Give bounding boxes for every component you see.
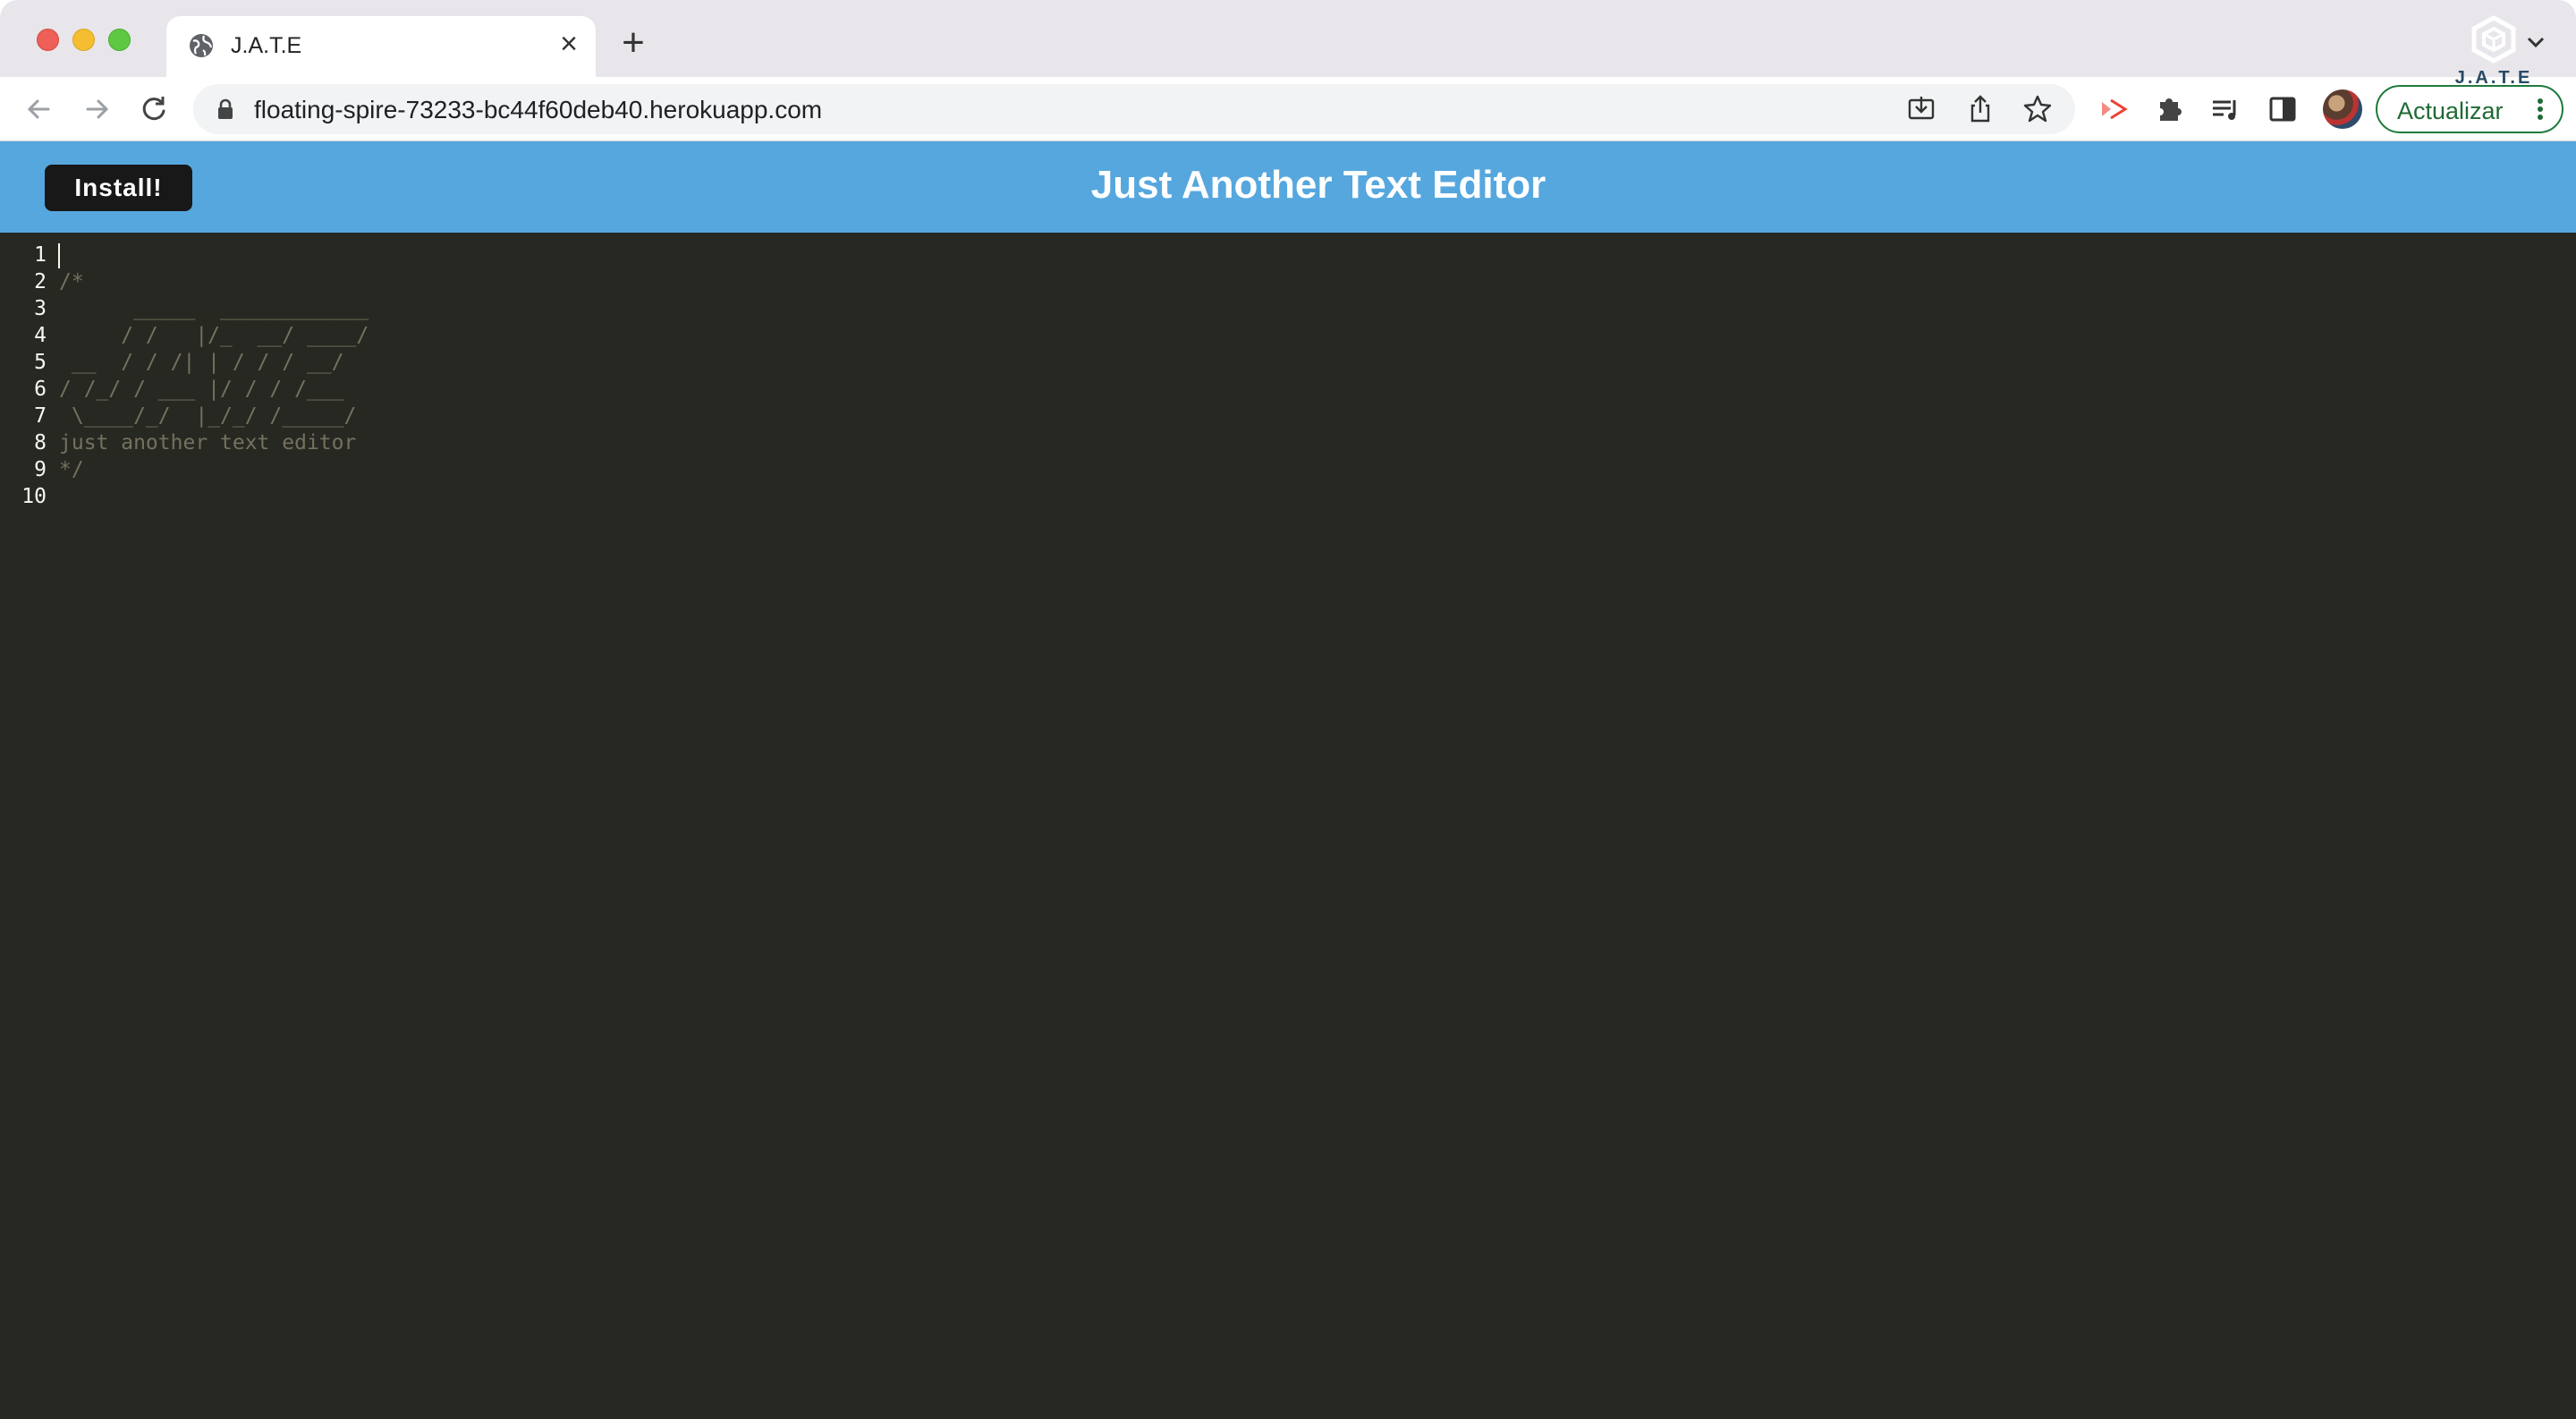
code-line[interactable]: / / |/_ __/ ____/ xyxy=(59,322,369,349)
lock-icon[interactable] xyxy=(213,97,238,122)
browser-toolbar: floating-spire-73233-bc44f60deb40.heroku… xyxy=(0,77,2576,141)
line-number: 8 xyxy=(34,431,47,455)
kebab-menu-icon[interactable] xyxy=(2529,96,2551,123)
cast-icon[interactable] xyxy=(2095,91,2131,127)
extensions-puzzle-icon[interactable] xyxy=(2151,91,2187,127)
code-line[interactable]: just another text editor xyxy=(59,429,369,456)
tab-title: J.A.T.E xyxy=(231,33,302,58)
line-number: 4 xyxy=(34,324,47,347)
update-browser-button[interactable]: Actualizar xyxy=(2376,85,2563,133)
tab-strip: J.A.T.E × + xyxy=(0,0,2576,77)
forward-arrow-icon[interactable] xyxy=(75,88,118,131)
close-window-button[interactable] xyxy=(37,29,59,51)
minimize-window-button[interactable] xyxy=(72,29,95,51)
line-number: 9 xyxy=(34,458,47,481)
line-number: 2 xyxy=(34,270,47,293)
side-panel-icon[interactable] xyxy=(2265,91,2301,127)
code-line[interactable]: \____/_/ |_/_/ /_____/ xyxy=(59,403,369,429)
install-app-icon[interactable] xyxy=(1905,93,1937,125)
bookmark-star-icon[interactable] xyxy=(2021,93,2054,125)
reload-icon[interactable] xyxy=(132,88,175,131)
tab-jate[interactable]: J.A.T.E × xyxy=(166,16,596,77)
code-line[interactable]: */ xyxy=(59,456,369,483)
code-line[interactable]: _____ ____________ xyxy=(59,295,369,322)
address-bar[interactable]: floating-spire-73233-bc44f60deb40.heroku… xyxy=(193,84,2075,134)
line-number: 3 xyxy=(34,297,47,320)
back-arrow-icon[interactable] xyxy=(18,88,61,131)
code-line[interactable]: __ / / /| | / / / __/ xyxy=(59,349,369,376)
media-queue-icon[interactable] xyxy=(2207,91,2243,127)
new-tab-button[interactable]: + xyxy=(615,23,651,63)
globe-icon xyxy=(188,32,215,59)
browser-chrome: J.A.T.E × + floating-spire-73233-bc44f60… xyxy=(0,0,2576,141)
code-content[interactable]: /* _____ ____________ / / |/_ __/ ____/ … xyxy=(59,242,369,510)
line-number: 10 xyxy=(21,485,47,508)
line-number: 5 xyxy=(34,351,47,374)
code-line[interactable]: /* xyxy=(59,268,369,295)
close-tab-icon[interactable]: × xyxy=(553,28,585,60)
profile-avatar[interactable] xyxy=(2323,89,2362,129)
share-icon[interactable] xyxy=(1964,93,1996,125)
page-title: Just Another Text Editor xyxy=(1090,163,1546,207)
maximize-window-button[interactable] xyxy=(108,29,131,51)
code-editor[interactable]: 1 2 3 4 5 6 7 8 9 10 /* _____ __________… xyxy=(0,233,2576,1419)
text-cursor xyxy=(58,243,60,268)
line-number: 7 xyxy=(34,404,47,428)
code-line[interactable]: / /_/ / ___ |/ / / /___ xyxy=(59,376,369,403)
logo-text: J.A.T.E xyxy=(2454,68,2533,88)
code-line[interactable] xyxy=(59,483,369,510)
url-text: floating-spire-73233-bc44f60deb40.heroku… xyxy=(254,96,823,123)
code-line[interactable] xyxy=(59,242,369,268)
line-number-gutter: 1 2 3 4 5 6 7 8 9 10 xyxy=(0,242,50,510)
update-label: Actualizar xyxy=(2397,98,2504,124)
app-header: Install! Just Another Text Editor xyxy=(0,141,2576,233)
line-number: 1 xyxy=(34,243,47,267)
line-number: 6 xyxy=(34,378,47,401)
